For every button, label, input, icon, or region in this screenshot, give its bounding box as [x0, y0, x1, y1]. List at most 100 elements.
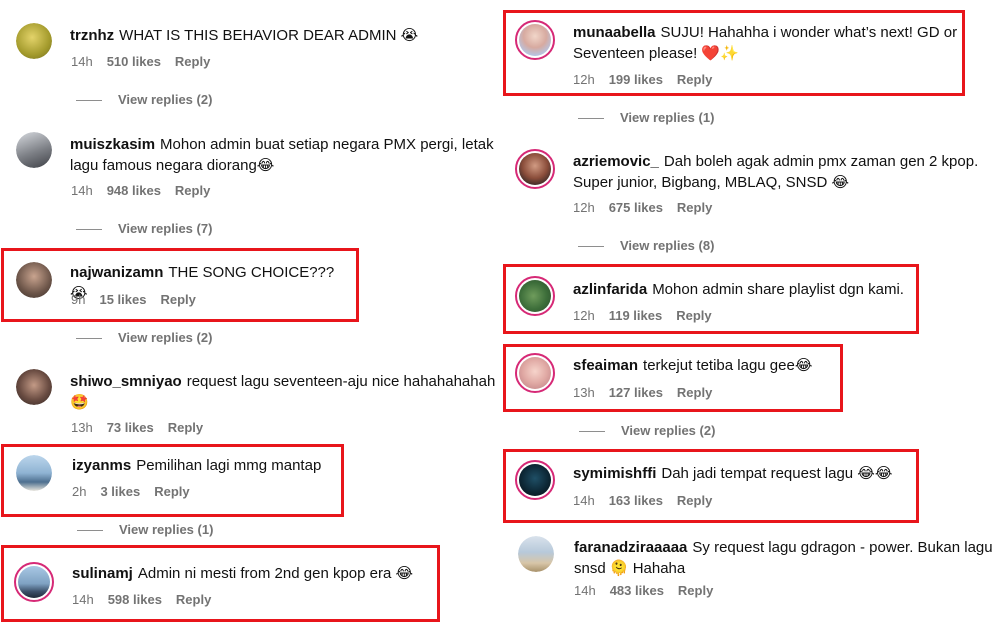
comment-time: 12h [573, 200, 595, 215]
comment-username[interactable]: trznhz [70, 27, 114, 44]
comment-username[interactable]: najwanizamn [70, 264, 163, 281]
comment-time: 2h [72, 484, 87, 499]
view-replies-label: View replies (8) [620, 238, 715, 253]
avatar[interactable] [16, 23, 52, 59]
comment-username[interactable]: faranadziraaaaa [574, 539, 687, 556]
comment-body: Mohon admin share playlist dgn kami. [652, 281, 904, 298]
comment-username[interactable]: muiszkasim [70, 136, 155, 153]
comment-username[interactable]: munaabella [573, 24, 656, 41]
comment-meta: 14h 483 likes Reply [574, 583, 727, 598]
view-replies-label: View replies (1) [620, 110, 715, 125]
comment-meta: 2h 3 likes Reply [72, 484, 204, 499]
comment-likes[interactable]: 73 likes [107, 420, 154, 435]
reply-button[interactable]: Reply [676, 308, 711, 323]
comment-time: 12h [573, 308, 595, 323]
reply-button[interactable]: Reply [168, 420, 203, 435]
comment-username[interactable]: symimishffi [573, 465, 656, 482]
reply-button[interactable]: Reply [176, 592, 211, 607]
comment-username[interactable]: azlinfarida [573, 281, 647, 298]
comment-text: sulinamj Admin ni mesti from 2nd gen kpop… [72, 563, 432, 584]
reply-button[interactable]: Reply [677, 200, 712, 215]
reply-button[interactable]: Reply [160, 292, 195, 307]
comment-likes[interactable]: 948 likes [107, 183, 161, 198]
comment-text: muiszkasim Mohon admin buat setiap negara… [70, 134, 498, 176]
comment-username[interactable]: shiwo_smniyao [70, 373, 182, 390]
comment-meta: 14h 598 likes Reply [72, 592, 225, 607]
comment-meta: 13h 127 likes Reply [573, 385, 726, 400]
view-replies-label: View replies (2) [118, 330, 213, 345]
reply-button[interactable]: Reply [154, 484, 189, 499]
view-replies-label: View replies (2) [621, 423, 716, 438]
view-replies-button[interactable]: View replies (1) [578, 110, 714, 125]
view-replies-label: View replies (7) [118, 221, 213, 236]
comment-likes[interactable]: 483 likes [610, 583, 664, 598]
view-replies-label: View replies (1) [119, 522, 214, 537]
avatar[interactable] [518, 536, 554, 572]
comment-likes[interactable]: 675 likes [609, 200, 663, 215]
replies-divider [579, 431, 605, 433]
comment-likes[interactable]: 119 likes [609, 308, 663, 323]
comment-time: 14h [71, 54, 93, 69]
comment-likes[interactable]: 199 likes [609, 72, 663, 87]
view-replies-button[interactable]: View replies (2) [579, 423, 715, 438]
view-replies-button[interactable]: View replies (8) [578, 238, 714, 253]
avatar[interactable] [515, 460, 555, 500]
comment-time: 14h [72, 592, 94, 607]
comment-body: Admin ni mesti from 2nd gen kpop era 😂 [137, 565, 414, 582]
comment-likes[interactable]: 510 likes [107, 54, 161, 69]
comment-meta: 13h 73 likes Reply [71, 420, 217, 435]
comment-likes[interactable]: 163 likes [609, 493, 663, 508]
comment-username[interactable]: sulinamj [72, 565, 133, 582]
comment-time: 14h [574, 583, 596, 598]
view-replies-button[interactable]: View replies (7) [76, 221, 212, 236]
comment-likes[interactable]: 598 likes [108, 592, 162, 607]
comment-meta: 12h 119 likes Reply [573, 308, 726, 323]
reply-button[interactable]: Reply [175, 54, 210, 69]
view-replies-button[interactable]: View replies (1) [77, 522, 213, 537]
comment-time: 12h [573, 72, 595, 87]
comment-username[interactable]: sfeaiman [573, 357, 638, 374]
comment-text: azriemovic_ Dah boleh agak admin pmx zama… [573, 151, 993, 193]
avatar[interactable] [14, 562, 54, 602]
comment-body: terkejut tetiba lagu gee😂 [643, 357, 813, 374]
avatar[interactable] [515, 149, 555, 189]
comment-text: trznhz WHAT IS THIS BEHAVIOR DEAR ADMIN 😭 [70, 25, 490, 46]
replies-divider [76, 229, 102, 231]
view-replies-button[interactable]: View replies (2) [76, 92, 212, 107]
avatar[interactable] [16, 262, 52, 298]
comment-time: 9h [71, 292, 86, 307]
comment-meta: 12h 675 likes Reply [573, 200, 726, 215]
reply-button[interactable]: Reply [677, 385, 712, 400]
comment-text: symimishffi Dah jadi tempat request lagu … [573, 463, 913, 484]
replies-divider [578, 246, 604, 248]
comment-likes[interactable]: 15 likes [99, 292, 146, 307]
comment-meta: 12h 199 likes Reply [573, 72, 726, 87]
avatar[interactable] [16, 455, 52, 491]
comment-text: sfeaiman terkejut tetiba lagu gee😂 [573, 355, 835, 376]
comment-text: shiwo_smniyao request lagu seventeen-aju … [70, 371, 498, 413]
comment-time: 13h [573, 385, 595, 400]
comment-body: WHAT IS THIS BEHAVIOR DEAR ADMIN 😭 [119, 27, 419, 44]
comment-body: Dah jadi tempat request lagu 😂😂 [661, 465, 893, 482]
comment-likes[interactable]: 127 likes [609, 385, 663, 400]
comment-username[interactable]: azriemovic_ [573, 153, 659, 170]
reply-button[interactable]: Reply [677, 493, 712, 508]
avatar[interactable] [16, 132, 52, 168]
comment-meta: 14h 163 likes Reply [573, 493, 726, 508]
replies-divider [76, 100, 102, 102]
view-replies-button[interactable]: View replies (2) [76, 330, 212, 345]
comment-time: 14h [71, 183, 93, 198]
comment-likes[interactable]: 3 likes [100, 484, 140, 499]
reply-button[interactable]: Reply [677, 72, 712, 87]
avatar[interactable] [515, 276, 555, 316]
comment-username[interactable]: izyanms [72, 457, 131, 474]
comment-meta: 14h 948 likes Reply [71, 183, 224, 198]
avatar[interactable] [515, 20, 555, 60]
comment-text: munaabella SUJU! Hahahha i wonder what’s … [573, 22, 958, 64]
avatar[interactable] [515, 353, 555, 393]
avatar[interactable] [16, 369, 52, 405]
reply-button[interactable]: Reply [678, 583, 713, 598]
reply-button[interactable]: Reply [175, 183, 210, 198]
comment-meta: 9h 15 likes Reply [71, 292, 210, 307]
replies-divider [76, 338, 102, 340]
